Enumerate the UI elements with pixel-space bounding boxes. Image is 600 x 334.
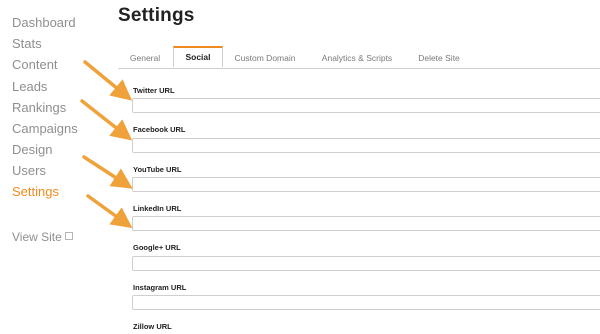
facebook-url-label: Facebook URL bbox=[133, 125, 186, 134]
sidebar-item-stats[interactable]: Stats bbox=[12, 36, 42, 51]
view-site-link[interactable]: View Site bbox=[12, 230, 73, 244]
sidebar-item-dashboard[interactable]: Dashboard bbox=[12, 15, 76, 30]
sidebar-item-settings[interactable]: Settings bbox=[12, 184, 59, 199]
external-link-icon bbox=[64, 232, 73, 240]
sidebar-item-rankings[interactable]: Rankings bbox=[12, 100, 66, 115]
sidebar-item-leads[interactable]: Leads bbox=[12, 79, 47, 94]
tab-analytics-scripts[interactable]: Analytics & Scripts bbox=[313, 48, 401, 68]
instagram-url-input[interactable] bbox=[132, 295, 600, 310]
settings-tabs: General Social Custom Domain Analytics &… bbox=[118, 46, 600, 69]
sidebar-item-content[interactable]: Content bbox=[12, 57, 58, 72]
twitter-url-input[interactable] bbox=[132, 98, 600, 113]
tab-social[interactable]: Social bbox=[173, 46, 223, 67]
youtube-url-label: YouTube URL bbox=[133, 165, 182, 174]
facebook-url-input[interactable] bbox=[132, 138, 600, 153]
sidebar: Dashboard Stats Content Leads Rankings C… bbox=[0, 0, 110, 334]
view-site-label: View Site bbox=[12, 230, 62, 244]
tab-general[interactable]: General bbox=[118, 48, 172, 68]
youtube-url-input[interactable] bbox=[132, 177, 600, 192]
instagram-url-label: Instagram URL bbox=[133, 283, 187, 292]
page-title: Settings bbox=[118, 5, 195, 26]
google-plus-url-input[interactable] bbox=[132, 256, 600, 271]
sidebar-item-campaigns[interactable]: Campaigns bbox=[12, 121, 78, 136]
sidebar-item-design[interactable]: Design bbox=[12, 142, 52, 157]
sidebar-item-users[interactable]: Users bbox=[12, 163, 46, 178]
linkedin-url-input[interactable] bbox=[132, 216, 600, 231]
tab-custom-domain[interactable]: Custom Domain bbox=[224, 48, 306, 68]
linkedin-url-label: LinkedIn URL bbox=[133, 204, 182, 213]
twitter-url-label: Twitter URL bbox=[133, 86, 175, 95]
zillow-url-label: Zillow URL bbox=[133, 322, 172, 331]
google-plus-url-label: Google+ URL bbox=[133, 243, 181, 252]
tab-delete-site[interactable]: Delete Site bbox=[408, 48, 470, 68]
